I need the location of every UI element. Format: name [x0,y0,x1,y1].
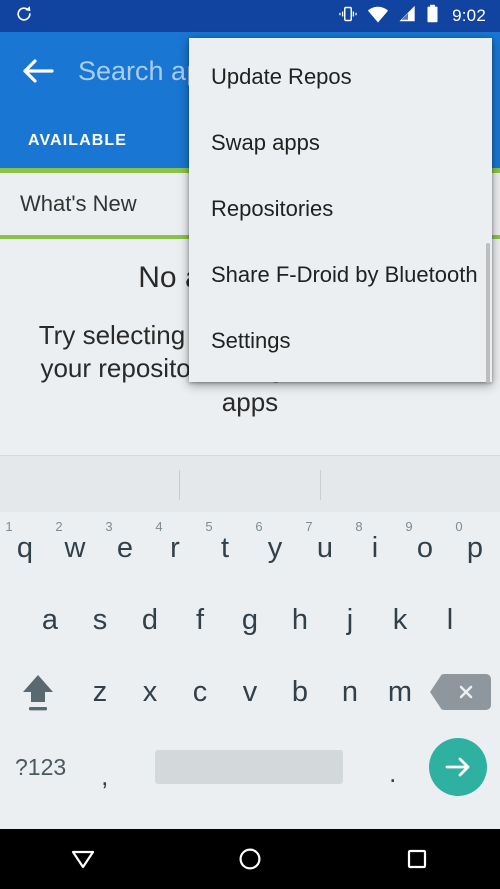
backspace-icon[interactable] [425,656,500,728]
key-m[interactable]: m [375,656,425,728]
key-k[interactable]: k [375,584,425,656]
key-comma[interactable]: , [81,743,128,792]
key-z[interactable]: z [75,656,125,728]
key-w[interactable]: 2 w [50,512,100,584]
key-d[interactable]: d [125,584,175,656]
key-num-label: 7 [305,519,313,534]
key-num-label: 3 [105,519,113,534]
menu-scrollbar[interactable] [486,243,490,383]
suggestion-bar [0,455,500,512]
key-x[interactable]: x [125,656,175,728]
key-e[interactable]: 3 e [100,512,150,584]
shift-icon[interactable] [0,656,75,728]
suggestion-divider [320,470,321,500]
enter-key[interactable] [416,738,500,796]
spacebar-surface [154,750,343,784]
key-label: w [64,531,86,564]
nav-back-triangle-icon[interactable] [0,829,167,889]
key-i[interactable]: 8 i [350,512,400,584]
nav-recents-square-icon[interactable] [333,829,500,889]
back-arrow-icon[interactable] [0,32,76,110]
key-num-label: 1 [5,519,13,534]
android-screen: 9:02 AVAILABLE What's New No apps to sho… [0,0,500,889]
key-c[interactable]: c [175,656,225,728]
menu-item-swap-apps[interactable]: Swap apps [189,110,492,176]
enter-arrow-icon [429,738,488,796]
key-l[interactable]: l [425,584,475,656]
key-num-label: 2 [55,519,63,534]
tab-available[interactable]: AVAILABLE [0,110,155,172]
key-num-label: 5 [205,519,213,534]
navigation-bar [0,829,500,889]
keyboard-row-home: a s d f g h j k l [0,584,500,656]
status-clock: 9:02 [452,6,486,25]
vibrate-icon [338,5,358,28]
overflow-menu: Update Repos Swap apps Repositories Shar… [189,38,492,383]
key-num-label: 8 [355,519,363,534]
key-r[interactable]: 4 r [150,512,200,584]
key-label: y [267,531,283,564]
key-b[interactable]: b [275,656,325,728]
menu-item-update-repos[interactable]: Update Repos [189,44,492,110]
key-g[interactable]: g [225,584,275,656]
key-label: u [316,531,334,564]
key-label: e [116,531,134,564]
key-o[interactable]: 9 o [400,512,450,584]
spacebar-key[interactable] [128,750,369,784]
key-label: p [466,531,484,564]
soft-keyboard: 1 q 2 w 3 e 4 r 5 t 6 y 7 u 8 i 9 o 0 p … [0,455,500,829]
menu-item-repositories[interactable]: Repositories [189,176,492,242]
key-y[interactable]: 6 y [250,512,300,584]
key-u[interactable]: 7 u [300,512,350,584]
key-h[interactable]: h [275,584,325,656]
battery-icon [426,4,439,28]
key-label: r [170,531,180,564]
key-s[interactable]: s [75,584,125,656]
key-v[interactable]: v [225,656,275,728]
keyboard-row-top: 1 q 2 w 3 e 4 r 5 t 6 y 7 u 8 i 9 o 0 p [0,512,500,584]
key-num-label: 9 [405,519,413,534]
key-num-label: 6 [255,519,263,534]
key-period[interactable]: . [369,746,416,789]
key-label: i [371,531,379,564]
cellular-signal-icon [398,5,417,28]
key-j[interactable]: j [325,584,375,656]
nav-home-circle-icon[interactable] [167,829,334,889]
key-label: t [220,531,230,564]
key-f[interactable]: f [175,584,225,656]
status-bar: 9:02 [0,0,500,32]
keyboard-row-bottom-controls: ?123 , . [0,728,500,806]
refresh-icon [14,4,34,29]
menu-item-share-fdroid-bluetooth[interactable]: Share F-Droid by Bluetooth [189,242,492,308]
key-n[interactable]: n [325,656,375,728]
key-p[interactable]: 0 p [450,512,500,584]
status-bar-left-icons [14,4,34,29]
symbols-key[interactable]: ?123 [0,754,81,781]
key-label: q [16,531,34,564]
key-t[interactable]: 5 t [200,512,250,584]
key-label: o [416,531,434,564]
key-num-label: 4 [155,519,163,534]
menu-item-settings[interactable]: Settings [189,308,492,374]
wifi-icon [367,5,389,28]
status-bar-right-icons: 9:02 [338,4,486,28]
key-a[interactable]: a [25,584,75,656]
key-num-label: 0 [455,519,463,534]
keyboard-row-bottom-letters: z x c v b n m [0,656,500,728]
key-q[interactable]: 1 q [0,512,50,584]
suggestion-divider [179,470,180,500]
